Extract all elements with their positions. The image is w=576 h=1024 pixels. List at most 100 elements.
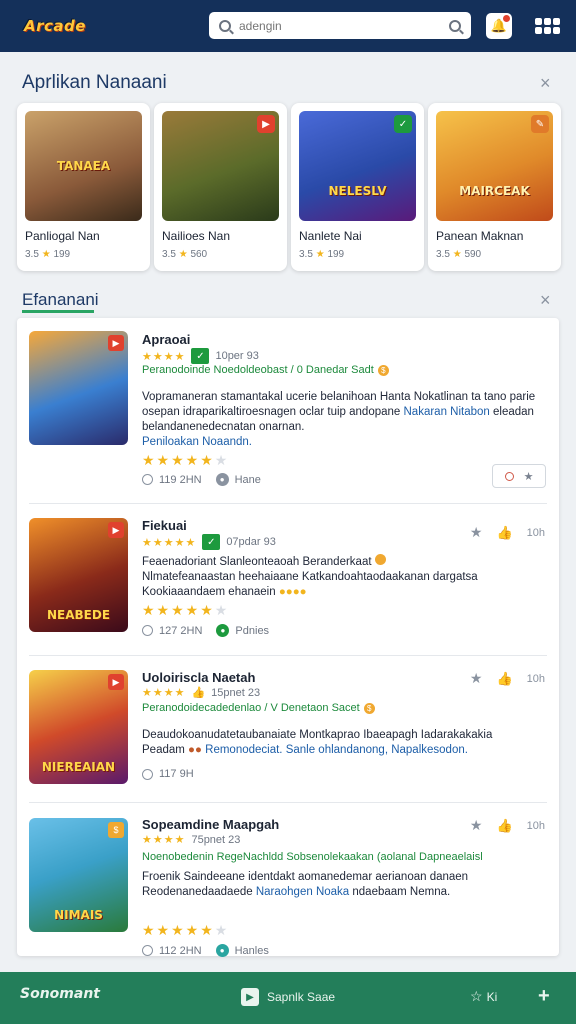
game-rating: ★★★★ 75pnet 23	[142, 833, 241, 847]
game-footer: 117 9H	[142, 768, 194, 780]
like-icon[interactable]: 👍	[496, 671, 512, 687]
rating-stars: ★★★★★★	[142, 922, 230, 938]
rating-stars: ★★★★	[142, 834, 186, 846]
coin-icon: $	[363, 702, 375, 714]
game-tags: Peranodoidecadedenlao / V Denetaon Sacet…	[142, 702, 375, 714]
game-rating: ★★★★ 👍 15pnet 23	[142, 686, 261, 700]
featured-section-title: Aprlikan Nanaani	[22, 72, 167, 93]
badge-icon: ✎	[531, 115, 549, 133]
badge-icon: ▶	[108, 674, 124, 690]
rating-stars: ★★★★★	[142, 536, 197, 549]
bottom-bar: Sonomant ▶ Sapnlk Saae ☆ Ki +	[0, 972, 576, 1024]
favorite-icon[interactable]: ★	[470, 670, 483, 687]
favorite-icon[interactable]: ★	[470, 817, 483, 834]
game-thumbnail: NIMAIS $	[29, 818, 128, 932]
featured-card[interactable]: MAIRCEAK ✎ Panean Maknan 3.5 ★ 590	[428, 103, 561, 271]
record-icon	[504, 471, 514, 481]
action-button[interactable]: ★	[492, 464, 546, 488]
like-small-icon: 👍	[191, 687, 206, 699]
platform-icon: ●	[216, 624, 230, 637]
game-title: Uoloiriscla Naetah	[142, 670, 256, 685]
game-footer: 112 2HN ● Hanles	[142, 944, 269, 957]
like-icon[interactable]: 👍	[496, 818, 512, 834]
game-thumbnail: ▶	[29, 331, 128, 445]
like-icon[interactable]: 👍	[496, 525, 512, 541]
game-description: Froenik Saindeeane identdakt aomanedemar…	[142, 871, 469, 898]
star-icon: ★	[178, 249, 188, 260]
badge-icon: $	[108, 822, 124, 838]
game-art: NELESLV ✓	[299, 111, 416, 221]
search-submit-icon[interactable]	[449, 19, 461, 32]
game-art: TANAEA	[25, 111, 142, 221]
download-icon	[142, 625, 153, 636]
divider	[29, 802, 547, 803]
download-icon	[142, 768, 153, 780]
featured-close-icon[interactable]: ×	[540, 73, 551, 94]
notification-button[interactable]: 🔔	[486, 13, 512, 39]
game-meta: 3.5 ★ 590	[436, 249, 482, 260]
badge-icon: ▶	[108, 522, 124, 538]
item-actions: ★ 👍 10h	[469, 524, 545, 541]
item-actions: ★ 👍 10h	[469, 817, 545, 834]
featured-card[interactable]: TANAEA Panliogal Nan 3.5 ★ 199	[17, 103, 150, 271]
game-tags: Noenobedenin RegeNachldd Sobsenolekaakan…	[142, 851, 483, 863]
featured-card[interactable]: NELESLV ✓ Nanlete Nai 3.5 ★ 199	[291, 103, 424, 271]
game-description: Deaudokoanudatetaubanaiate Montkaprao Ib…	[142, 729, 493, 756]
game-description: Vopramaneran stamantakal ucerie belaniho…	[142, 391, 536, 448]
star-icon: ☆	[470, 988, 483, 1004]
badge-icon: ▶	[257, 115, 275, 133]
menu-grid-button[interactable]	[534, 13, 560, 39]
bottom-logo[interactable]: Sonomant	[20, 986, 100, 1002]
star-icon: ★	[41, 249, 51, 260]
game-art: MAIRCEAK ✎	[436, 111, 553, 221]
search-bar[interactable]	[209, 12, 471, 39]
game-meta: 3.5 ★ 560	[162, 249, 208, 260]
game-name: Panean Maknan	[436, 229, 524, 243]
game-meta: 3.5 ★ 199	[25, 249, 71, 260]
list-close-icon[interactable]: ×	[540, 290, 551, 311]
star-icon: ★	[523, 470, 534, 483]
badge-icon: ✓	[394, 115, 412, 133]
game-name: Panliogal Nan	[25, 229, 100, 243]
game-title: Apraoai	[142, 332, 191, 347]
rating-stars: ★★★★	[142, 687, 186, 699]
game-name: Nanlete Nai	[299, 229, 362, 243]
divider	[29, 655, 547, 656]
favorite-icon[interactable]: ★	[470, 524, 483, 541]
featured-card[interactable]: ▶ Nailioes Nan 3.5 ★ 560	[154, 103, 287, 271]
rating-stars: ★★★★★★	[142, 452, 230, 468]
platform-icon: ●	[215, 944, 229, 957]
platform-icon: ●	[215, 473, 229, 486]
bottom-right-button[interactable]: ☆ Ki	[470, 988, 497, 1005]
game-name: Nailioes Nan	[162, 229, 231, 243]
list-section-title: Efananani	[22, 290, 99, 309]
divider	[29, 503, 547, 504]
coin-icon	[374, 554, 386, 565]
game-list: ▶ Apraoai ★★★★ ✓ 10per 93 Peranodoinde N…	[17, 318, 559, 957]
game-description: Feaenadoriant Slanleonteaoah Beranderkaa…	[142, 554, 478, 598]
app-logo[interactable]: Arcade	[12, 11, 98, 41]
emoji-icon: ●●	[188, 744, 202, 756]
game-rating: ★★★★★ ✓ 07pdar 93	[142, 534, 276, 550]
download-icon	[142, 945, 153, 956]
game-rating: ★★★★ ✓ 10per 93	[142, 348, 259, 364]
search-input[interactable]	[239, 18, 449, 33]
game-meta: 3.5 ★ 199	[299, 249, 345, 260]
game-art: ▶	[162, 111, 279, 221]
game-footer: 119 2HN ● Hane	[142, 473, 261, 486]
game-title: Fiekuai	[142, 518, 187, 533]
bottom-center-button[interactable]: ▶ Sapnlk Saae	[241, 988, 335, 1006]
search-icon	[219, 19, 231, 32]
star-icon: ★	[315, 249, 325, 260]
rating-stars: ★★★★★★	[142, 602, 230, 618]
play-icon: ▶	[241, 988, 259, 1006]
notification-dot	[503, 15, 510, 22]
badge-icon: ▶	[108, 335, 124, 351]
game-tags: Peranodoinde Noedoldeobast / 0 Danedar S…	[142, 364, 389, 376]
game-thumbnail: NEABEDE ▶	[29, 518, 128, 632]
section-underline	[22, 310, 94, 313]
grid-icon	[534, 18, 542, 25]
add-button[interactable]: +	[538, 985, 550, 1008]
rating-stars: ★★★★	[142, 350, 186, 363]
verified-icon: ✓	[202, 534, 221, 550]
